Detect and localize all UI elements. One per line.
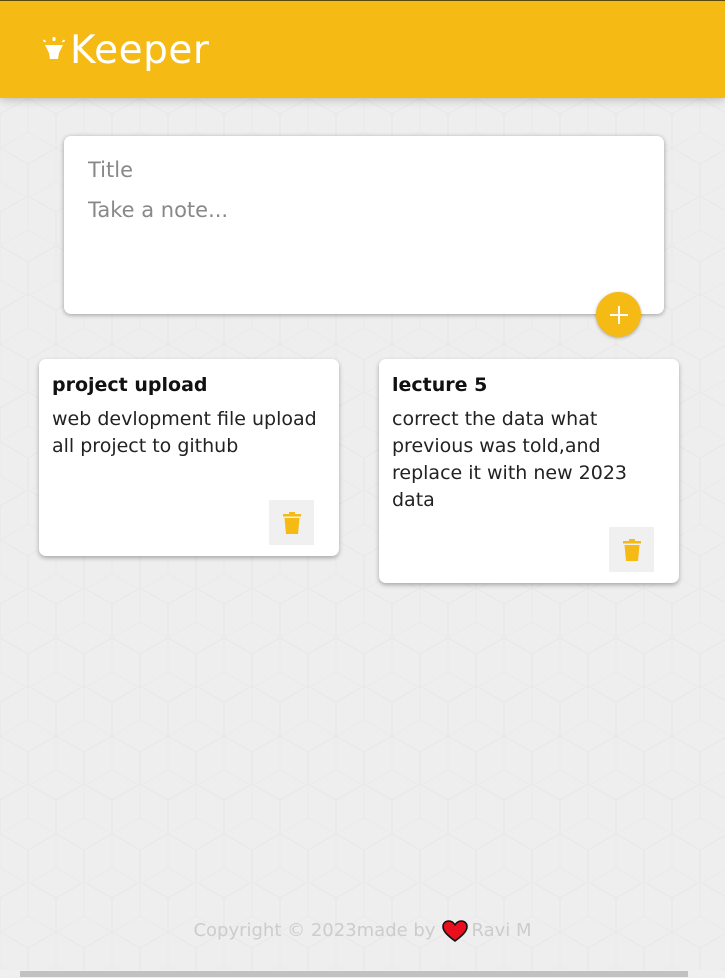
note-composer — [64, 136, 664, 314]
scrollbar-thumb[interactable] — [20, 971, 688, 977]
note-title: lecture 5 — [392, 374, 488, 396]
lamp-icon — [43, 37, 65, 59]
page-footer: Copyright © 2023made by Ravi M — [0, 920, 725, 942]
note-card: project upload web devlopment file uploa… — [39, 359, 339, 556]
delete-note-button[interactable] — [609, 527, 654, 572]
note-content: correct the data what previous was told,… — [392, 408, 628, 511]
trash-icon — [622, 538, 641, 561]
horizontal-scrollbar[interactable] — [0, 970, 725, 978]
title-input[interactable] — [88, 158, 628, 182]
app-title: Keeper — [70, 28, 210, 73]
delete-note-button[interactable] — [269, 500, 314, 545]
heart-icon — [441, 920, 468, 942]
copyright-text: Copyright © 2023made by — [193, 920, 436, 941]
author-name: Ravi M — [471, 920, 532, 941]
trash-icon — [282, 511, 301, 534]
note-content: web devlopment file upload all project t… — [52, 408, 317, 457]
note-content-input[interactable] — [88, 198, 628, 294]
app-header: Keeper — [0, 0, 725, 98]
note-title: project upload — [52, 374, 208, 396]
note-card: lecture 5 correct the data what previous… — [379, 359, 679, 583]
plus-icon — [609, 305, 628, 324]
add-note-button[interactable] — [596, 292, 641, 337]
